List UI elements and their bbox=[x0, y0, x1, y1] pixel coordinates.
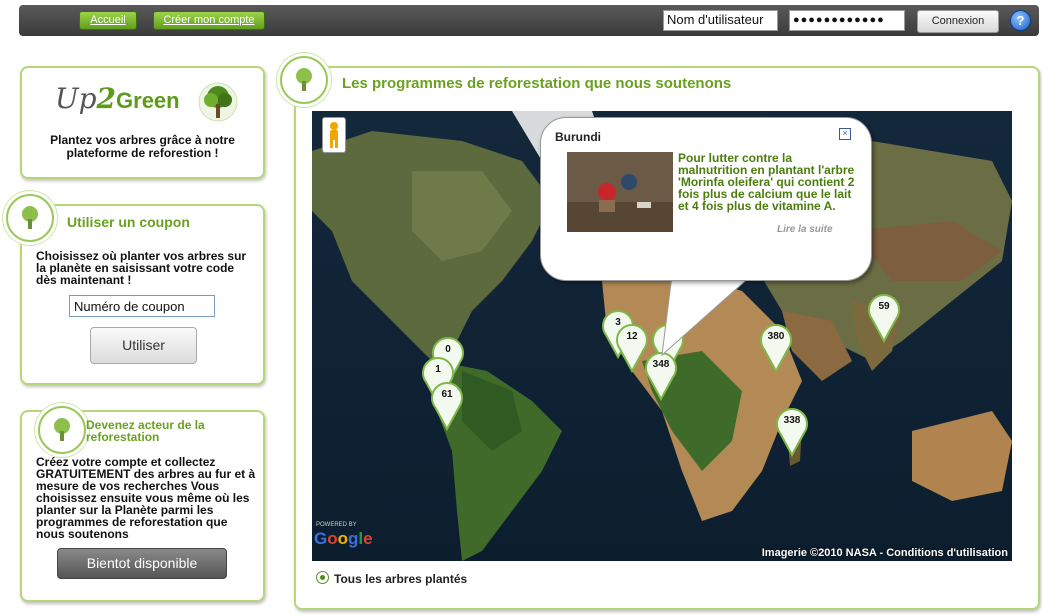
logo-tagline: Plantez vos arbres grâce à notre platefo… bbox=[50, 133, 235, 160]
up2green-logo[interactable]: Up2Green bbox=[55, 82, 180, 115]
map-marker[interactable]: 61 bbox=[429, 381, 465, 432]
read-more-link[interactable]: Lire la suite bbox=[777, 224, 833, 235]
street-view-pegman-icon[interactable] bbox=[322, 117, 346, 153]
google-logo: Google bbox=[314, 529, 373, 548]
coming-soon-button[interactable]: Bientot disponible bbox=[57, 548, 227, 579]
coupon-panel: Utiliser un coupon Choisissez où planter… bbox=[6, 194, 265, 385]
powered-by-label: POWERED BY bbox=[316, 522, 357, 528]
map-title: Les programmes de reforestation que nous… bbox=[342, 75, 732, 92]
actor-title: Devenez acteur de la reforestation bbox=[86, 418, 205, 444]
top-bar: Accueil Créer mon compte Nom d'utilisate… bbox=[19, 5, 1039, 36]
world-map[interactable]: 0 1 61 3 12 0 348 380 bbox=[312, 111, 1012, 561]
password-field[interactable]: ●●●●●●●●●●●● bbox=[789, 10, 905, 31]
coupon-code-input[interactable] bbox=[69, 295, 215, 317]
popup-title: Burundi bbox=[555, 130, 601, 144]
map-badge-icon bbox=[280, 56, 328, 104]
coupon-title: Utiliser un coupon bbox=[67, 214, 190, 230]
actor-description: Créez votre compte et collectez GRATUITE… bbox=[36, 455, 256, 541]
popup-pointer bbox=[661, 275, 753, 357]
help-icon[interactable]: ? bbox=[1010, 10, 1031, 31]
popup-description: Pour lutter contre la malnutrition en pl… bbox=[678, 151, 855, 213]
actor-panel: Devenez acteur de la reforestation Créez… bbox=[20, 406, 265, 602]
map-marker[interactable]: 338 bbox=[774, 407, 810, 458]
imagery-attribution[interactable]: Imagerie ©2010 NASA - Conditions d'utili… bbox=[762, 547, 1008, 559]
coupon-badge-icon bbox=[6, 194, 54, 242]
tree-icon bbox=[198, 82, 238, 122]
all-trees-label: Tous les arbres plantés bbox=[334, 572, 468, 586]
info-popup: Burundi × Pour lutter contre la malnutri… bbox=[540, 117, 872, 281]
all-trees-radio[interactable] bbox=[316, 571, 329, 584]
username-field[interactable]: Nom d'utilisateur bbox=[663, 10, 778, 31]
create-account-link[interactable]: Créer mon compte bbox=[153, 11, 265, 30]
login-button[interactable]: Connexion bbox=[917, 10, 999, 33]
close-icon[interactable]: × bbox=[839, 128, 851, 140]
map-marker[interactable]: 59 bbox=[866, 293, 902, 344]
map-panel: Les programmes de reforestation que nous… bbox=[280, 56, 1040, 610]
project-photo bbox=[567, 152, 673, 232]
actor-badge-icon bbox=[38, 406, 86, 454]
logo-panel: Up2Green Plantez vos arbres grâce à notr… bbox=[20, 66, 265, 179]
use-coupon-button[interactable]: Utiliser bbox=[90, 327, 197, 364]
home-link[interactable]: Accueil bbox=[79, 11, 137, 30]
coupon-description: Choisissez où planter vos arbres sur la … bbox=[36, 249, 247, 287]
